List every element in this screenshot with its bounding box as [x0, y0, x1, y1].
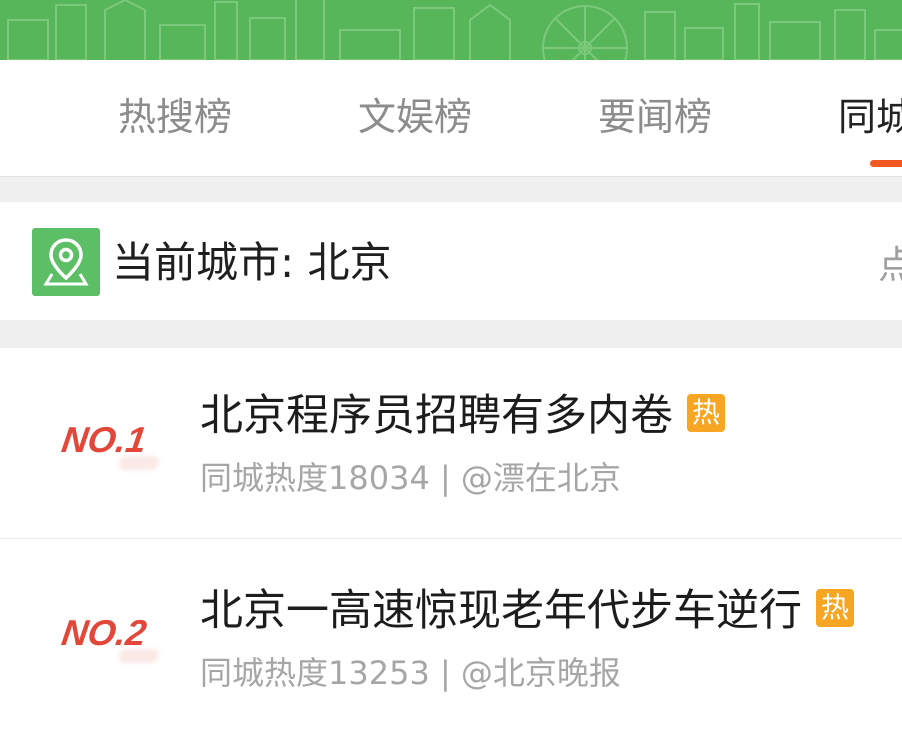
- list-item[interactable]: NO.1 北京程序员招聘有多内卷热 同城热度18034 | @漂在北京: [0, 348, 902, 538]
- current-city-label: 当前城市: 北京: [112, 238, 392, 287]
- item-title: 北京程序员招聘有多内卷热: [200, 390, 725, 442]
- list-item[interactable]: NO.2 北京一高速惊现老年代步车逆行热 同城热度13253 | @北京晚报: [0, 538, 902, 729]
- city-skyline-illustration: [7, 0, 902, 60]
- item-meta: 同城热度18034 | @漂在北京: [200, 459, 621, 497]
- active-tab-indicator: [870, 160, 902, 167]
- tab-local[interactable]: 同城: [838, 94, 902, 140]
- city-banner: [0, 0, 902, 60]
- switch-city-link[interactable]: 点: [878, 242, 902, 288]
- tab-news[interactable]: 要闻榜: [598, 94, 712, 140]
- ranking-list: NO.1 北京程序员招聘有多内卷热 同城热度18034 | @漂在北京 NO.2…: [0, 348, 902, 729]
- rank-label: NO.2: [59, 611, 160, 663]
- item-meta: 同城热度13253 | @北京晚报: [200, 654, 621, 692]
- tab-hot-search[interactable]: 热搜榜: [118, 94, 232, 140]
- hot-badge: 热: [816, 588, 854, 627]
- current-city-bar: 当前城市: 北京 点: [0, 202, 902, 320]
- rank-label: NO.1: [59, 418, 160, 470]
- hot-badge: 热: [687, 393, 725, 432]
- tab-entertainment[interactable]: 文娱榜: [358, 94, 472, 140]
- item-title: 北京一高速惊现老年代步车逆行热: [200, 585, 854, 637]
- ranking-tabs: 热搜榜 文娱榜 要闻榜 同城: [0, 60, 902, 177]
- location-pin-icon: [32, 228, 100, 296]
